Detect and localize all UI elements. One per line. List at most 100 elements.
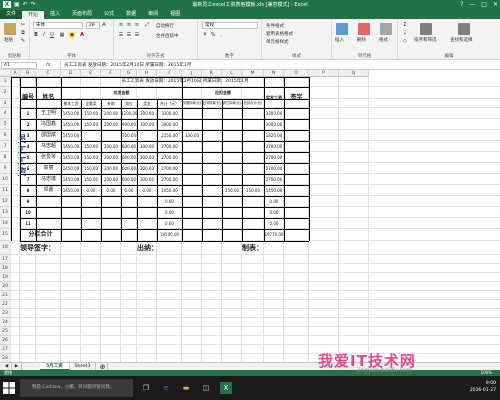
number-format-select[interactable]: 常规 — [202, 22, 258, 29]
column-header-e[interactable]: E — [81, 70, 101, 77]
delete-cells-icon[interactable] — [358, 23, 370, 35]
currency-icon[interactable]: ¥ — [202, 32, 208, 38]
gridline — [368, 77, 369, 362]
salary-cell: 2700.00 — [265, 177, 283, 182]
clock-date[interactable]: 2016-01-27 — [470, 387, 496, 394]
employee-name: 高丽 — [43, 165, 54, 171]
edge-icon[interactable]: e — [160, 382, 172, 394]
tab-home[interactable]: 开始 — [22, 11, 45, 19]
column-header-f[interactable]: F — [101, 70, 121, 77]
align-right-icon[interactable]: ☰ — [134, 32, 140, 38]
column-header-a[interactable]: A — [11, 70, 20, 77]
column-header-i[interactable]: I — [157, 70, 182, 77]
grow-font-icon[interactable]: A — [101, 22, 107, 28]
number-group: 常规 ¥ % , 数字 — [198, 19, 262, 60]
font-color-icon[interactable]: A — [79, 32, 85, 38]
paste-icon[interactable] — [4, 23, 16, 35]
column-header-k[interactable]: K — [202, 70, 222, 77]
minimize-button[interactable]: — — [469, 0, 475, 10]
column-header-d[interactable]: D — [61, 70, 81, 77]
salary-cell: 900.00 — [122, 122, 136, 127]
format-button[interactable]: 格式 — [379, 37, 388, 43]
fill-icon[interactable]: ⇣ — [402, 30, 408, 36]
tab-page-layout[interactable]: 页面布局 — [66, 10, 98, 19]
employee-number: 1 — [26, 111, 30, 116]
title-bar: X ▣ ↶ ↷ 最新员工excel工资表格模板.xls [兼容模式] - Exc… — [0, 0, 500, 10]
excel-taskbar-icon[interactable]: X — [220, 382, 232, 394]
column-header-c[interactable]: C — [36, 70, 61, 77]
conditional-format-button[interactable]: 条件格式 — [266, 23, 284, 29]
align-left-icon[interactable]: ☰ — [118, 32, 124, 38]
cortana-search-box[interactable]: 我是 Cortana，小娜。有问题尽管问我。 — [20, 379, 133, 397]
orientation-icon[interactable]: ⤢ — [144, 22, 150, 28]
column-header-j[interactable]: J — [182, 70, 202, 77]
task-view-icon[interactable]: ❐ — [140, 382, 152, 394]
tab-insert[interactable]: 插入 — [44, 10, 66, 19]
fx-icon[interactable]: fx — [46, 61, 51, 70]
percent-icon[interactable]: % — [210, 32, 216, 38]
tab-view[interactable]: 视图 — [164, 10, 186, 19]
tab-review[interactable]: 审阅 — [142, 10, 164, 19]
column-header-m[interactable]: M — [242, 70, 264, 77]
tab-formulas[interactable]: 公式 — [98, 10, 120, 19]
select-all-corner[interactable] — [0, 70, 11, 77]
sort-filter-icon[interactable] — [420, 23, 432, 35]
align-top-icon[interactable]: ≡ — [118, 22, 124, 28]
align-bottom-icon[interactable]: ≡ — [134, 22, 140, 28]
delete-button[interactable]: 删除 — [357, 37, 366, 43]
help-button[interactable]: ? — [460, 0, 463, 10]
wrap-text-button[interactable]: 自动换行 — [156, 23, 174, 29]
fill-color-icon[interactable]: ◆ — [69, 32, 75, 38]
formula-input[interactable]: 员工工资表 发放日期：2015年2月10日 所属日期：2015年1月 — [60, 61, 500, 70]
name-box[interactable]: A1 — [1, 62, 37, 69]
salary-cell: 1450.00 — [62, 122, 80, 127]
insert-button[interactable]: 插入 — [335, 37, 344, 43]
column-header-h[interactable]: H — [137, 70, 157, 77]
font-name-select[interactable]: 宋体 — [33, 22, 83, 29]
insert-cells-icon[interactable] — [336, 23, 348, 35]
sort-filter-button[interactable]: 排序和筛选 — [414, 37, 437, 43]
cell-styles-button[interactable]: 单元格样式 — [266, 39, 289, 45]
comma-icon[interactable]: , — [218, 32, 224, 38]
bold-icon[interactable]: B — [33, 32, 39, 38]
cut-icon[interactable]: ✂ — [20, 22, 26, 28]
merge-center-button[interactable]: 合并后居中 — [156, 33, 179, 39]
tab-file[interactable]: 文件 — [0, 10, 23, 19]
windows-start-icon[interactable] — [3, 382, 15, 394]
font-size-select[interactable]: 28 — [86, 22, 100, 29]
salary-cell: 0.00 — [269, 221, 279, 226]
column-header-b[interactable]: B — [20, 70, 36, 77]
tab-data[interactable]: 数据 — [120, 10, 142, 19]
border-icon[interactable]: ▦ — [59, 32, 65, 38]
paste-button[interactable]: 粘贴 — [4, 37, 13, 43]
column-header-n[interactable]: N — [264, 70, 284, 77]
salary-cell: 2700.00 — [265, 144, 283, 149]
copy-icon[interactable]: ⧉ — [20, 30, 26, 36]
underline-icon[interactable]: U — [49, 32, 55, 38]
find-select-icon[interactable] — [458, 23, 470, 35]
file-explorer-icon[interactable]: ▬ — [180, 382, 192, 394]
find-select-button[interactable]: 查找和选择 — [450, 37, 473, 43]
table-border — [20, 87, 309, 88]
subheader-should: 补助 — [107, 101, 115, 106]
column-header-g[interactable]: G — [121, 70, 137, 77]
store-icon[interactable]: ◫ — [200, 382, 212, 394]
column-header-o[interactable]: O — [284, 70, 309, 77]
align-center-icon[interactable]: ☰ — [126, 32, 132, 38]
align-middle-icon[interactable]: ≡ — [126, 22, 132, 28]
column-header-q[interactable]: Q — [339, 70, 369, 77]
clear-icon[interactable]: ◇ — [402, 38, 408, 44]
format-painter-icon[interactable]: ✎ — [20, 38, 26, 44]
format-as-table-button[interactable]: 套用表格格式 — [266, 31, 293, 37]
salary-cell: 1450.00 — [62, 188, 80, 193]
maximize-button[interactable]: □ — [481, 0, 487, 10]
italic-icon[interactable]: I — [41, 32, 47, 38]
worksheet-grid[interactable]: 员工工资 ABCDEFGHIJKLMNOPQ123456789101112131… — [0, 70, 500, 362]
table-border — [11, 77, 12, 241]
format-cells-icon[interactable] — [380, 23, 392, 35]
close-button[interactable]: ✕ — [493, 0, 498, 10]
clock-time[interactable]: 9:00 — [470, 380, 496, 387]
autosum-icon[interactable]: Σ — [402, 22, 408, 28]
column-header-p[interactable]: P — [309, 70, 339, 77]
column-header-l[interactable]: L — [222, 70, 242, 77]
